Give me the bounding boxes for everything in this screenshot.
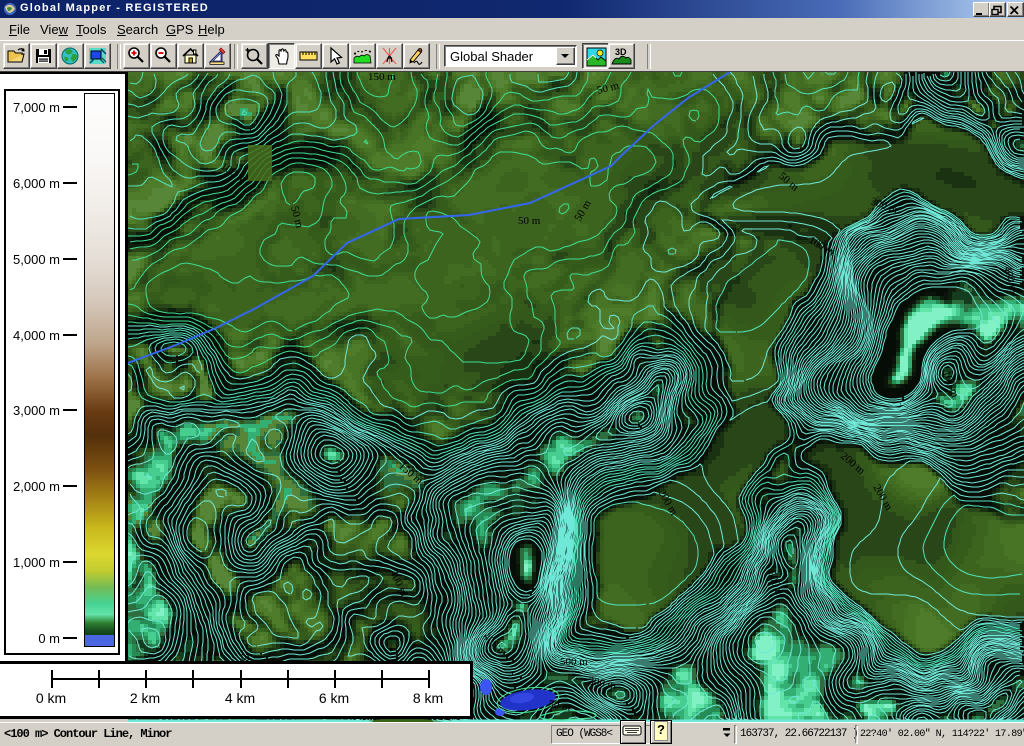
svg-text:500 m: 500 m (560, 656, 588, 668)
svg-text:3D: 3D (615, 47, 627, 57)
svg-text:50 m: 50 m (518, 215, 541, 227)
svg-text:150 m: 150 m (368, 72, 396, 83)
